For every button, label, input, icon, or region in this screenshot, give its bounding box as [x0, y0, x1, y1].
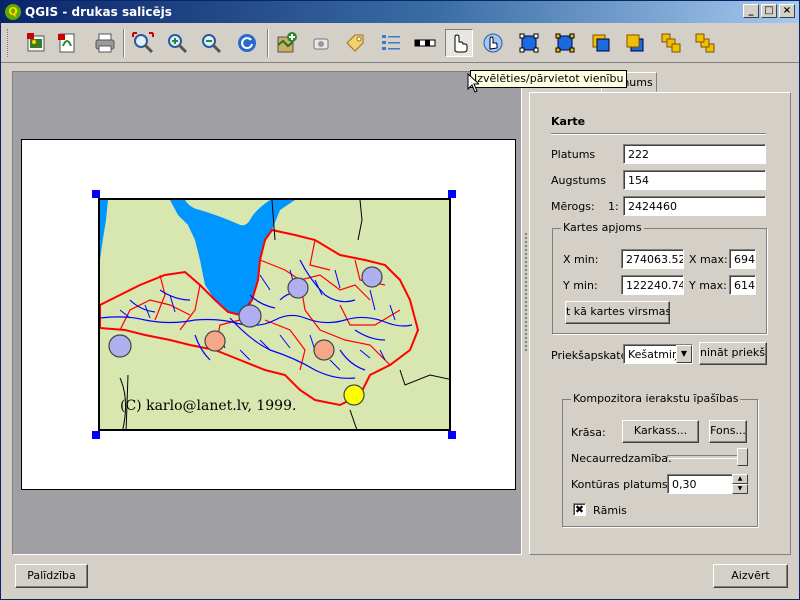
refresh-icon[interactable] — [233, 29, 261, 57]
tooltip: Izvēlēties/pārvietot vienību — [470, 70, 628, 88]
add-legend-icon[interactable] — [377, 29, 405, 57]
scale-label: Mērogs: — [551, 200, 595, 213]
mouse-cursor-icon — [467, 73, 479, 93]
composer-window: Q QGIS - drukas salicējs _ □ × Izvēlētie… — [0, 0, 800, 600]
print-icon[interactable] — [91, 29, 119, 57]
xmax-label: X max: — [689, 253, 728, 266]
scale-field[interactable]: 2424460 — [623, 196, 766, 216]
add-map-icon[interactable] — [273, 29, 301, 57]
resize-handle-sw[interactable] — [92, 431, 100, 439]
color-label: Krāsa: — [571, 426, 606, 439]
ymin-label: Y min: — [563, 279, 598, 292]
composer-item-group: Kompozitora ierakstu īpašības Krāsa: Kar… — [562, 392, 758, 527]
qgis-logo-icon: Q — [5, 4, 21, 20]
frame-checkbox-label: Rāmis — [593, 504, 627, 517]
section-title: Karte — [551, 115, 586, 128]
ymin-field[interactable]: 122240.740 — [621, 275, 684, 295]
minimize-button[interactable]: _ — [743, 4, 759, 18]
ymax-field[interactable]: 614 — [729, 275, 756, 295]
map-item[interactable]: (C) karlo@lanet.lv, 1999. — [92, 190, 456, 439]
zoom-full-icon[interactable] — [129, 29, 157, 57]
add-label-icon[interactable] — [341, 29, 369, 57]
map-latvia — [100, 200, 449, 429]
outline-width-label: Kontūras platums — [571, 478, 668, 491]
resize-handle-se[interactable] — [448, 431, 456, 439]
width-label: Platums — [551, 148, 596, 161]
map-copyright: (C) karlo@lanet.lv, 1999. — [120, 398, 297, 414]
composer-toolbar — [1, 23, 799, 63]
ungroup-icon[interactable] — [551, 29, 579, 57]
add-scalebar-icon[interactable] — [411, 29, 439, 57]
zoom-out-icon[interactable] — [197, 29, 225, 57]
width-field[interactable]: 222 — [623, 144, 766, 164]
outline-width-field[interactable]: 0,30 — [667, 474, 733, 494]
xmin-field[interactable]: 274063.525 — [621, 249, 684, 269]
extent-group-title: Kartes apjoms — [561, 221, 644, 234]
update-preview-button[interactable]: nināt priekšap — [699, 342, 767, 365]
composer-canvas[interactable]: (C) karlo@lanet.lv, 1999. — [12, 71, 522, 555]
bring-front-icon[interactable] — [657, 29, 685, 57]
spin-up-icon[interactable]: ▲ — [732, 474, 748, 484]
close-button[interactable]: Aizvērt — [713, 564, 788, 588]
frame-checkbox[interactable]: ✖ — [573, 503, 586, 516]
group-icon[interactable] — [515, 29, 543, 57]
divider — [551, 133, 766, 135]
preview-mode-select[interactable]: Kešatmiņ ▼ — [623, 344, 693, 364]
opacity-slider-thumb[interactable] — [737, 448, 748, 466]
title-bar: Q QGIS - drukas salicējs _ □ × — [1, 1, 799, 23]
close-window-button[interactable]: × — [779, 4, 795, 18]
height-label: Augstums — [551, 174, 606, 187]
toolbar-grip[interactable] — [7, 29, 10, 57]
opacity-label: Necaurredzamība: — [571, 452, 672, 465]
xmax-field[interactable]: 694 — [729, 249, 756, 269]
frame-color-button[interactable]: Karkass... — [622, 420, 699, 443]
composer-group-title: Kompozitora ierakstu īpašības — [571, 392, 741, 405]
panel-body: Karte Platums 222 Augstums 154 Mērogs: 1… — [529, 92, 791, 555]
xmin-label: X min: — [563, 253, 599, 266]
add-image-icon[interactable] — [307, 29, 335, 57]
chevron-down-icon[interactable]: ▼ — [676, 345, 692, 363]
resize-handle-ne[interactable] — [448, 190, 456, 198]
window-title: QGIS - drukas salicējs — [25, 5, 172, 19]
lower-icon[interactable] — [621, 29, 649, 57]
export-image-icon[interactable] — [23, 29, 51, 57]
set-to-canvas-extent-button[interactable]: t kā kartes virsmas a — [565, 301, 670, 324]
zoom-in-icon[interactable] — [163, 29, 191, 57]
item-properties-panel: vienums Karte Platums 222 Augstums 154 M… — [529, 71, 791, 555]
preview-label: Priekšapskate — [551, 349, 628, 362]
outline-width-stepper[interactable]: ▲ ▼ — [732, 474, 748, 494]
paper: (C) karlo@lanet.lv, 1999. — [21, 139, 516, 490]
maximize-button[interactable]: □ — [761, 4, 777, 18]
resize-handle-nw[interactable] — [92, 190, 100, 198]
move-content-icon[interactable] — [479, 29, 507, 57]
export-svg-icon[interactable] — [53, 29, 81, 57]
select-move-icon[interactable] — [445, 29, 473, 57]
raise-icon[interactable] — [587, 29, 615, 57]
height-field[interactable]: 154 — [623, 170, 766, 190]
ymax-label: Y max: — [689, 279, 727, 292]
help-button[interactable]: Palīdzība — [15, 564, 88, 588]
map-frame[interactable]: (C) karlo@lanet.lv, 1999. — [98, 198, 451, 431]
spin-down-icon[interactable]: ▼ — [732, 484, 748, 494]
preview-mode-value: Kešatmiņ — [628, 348, 676, 361]
background-color-button[interactable]: Fons... — [709, 420, 747, 443]
scale-prefix: 1: — [608, 200, 619, 213]
send-back-icon[interactable] — [691, 29, 719, 57]
opacity-slider[interactable] — [667, 455, 747, 459]
extent-group: Kartes apjoms X min: 274063.525 X max: 6… — [552, 221, 767, 334]
